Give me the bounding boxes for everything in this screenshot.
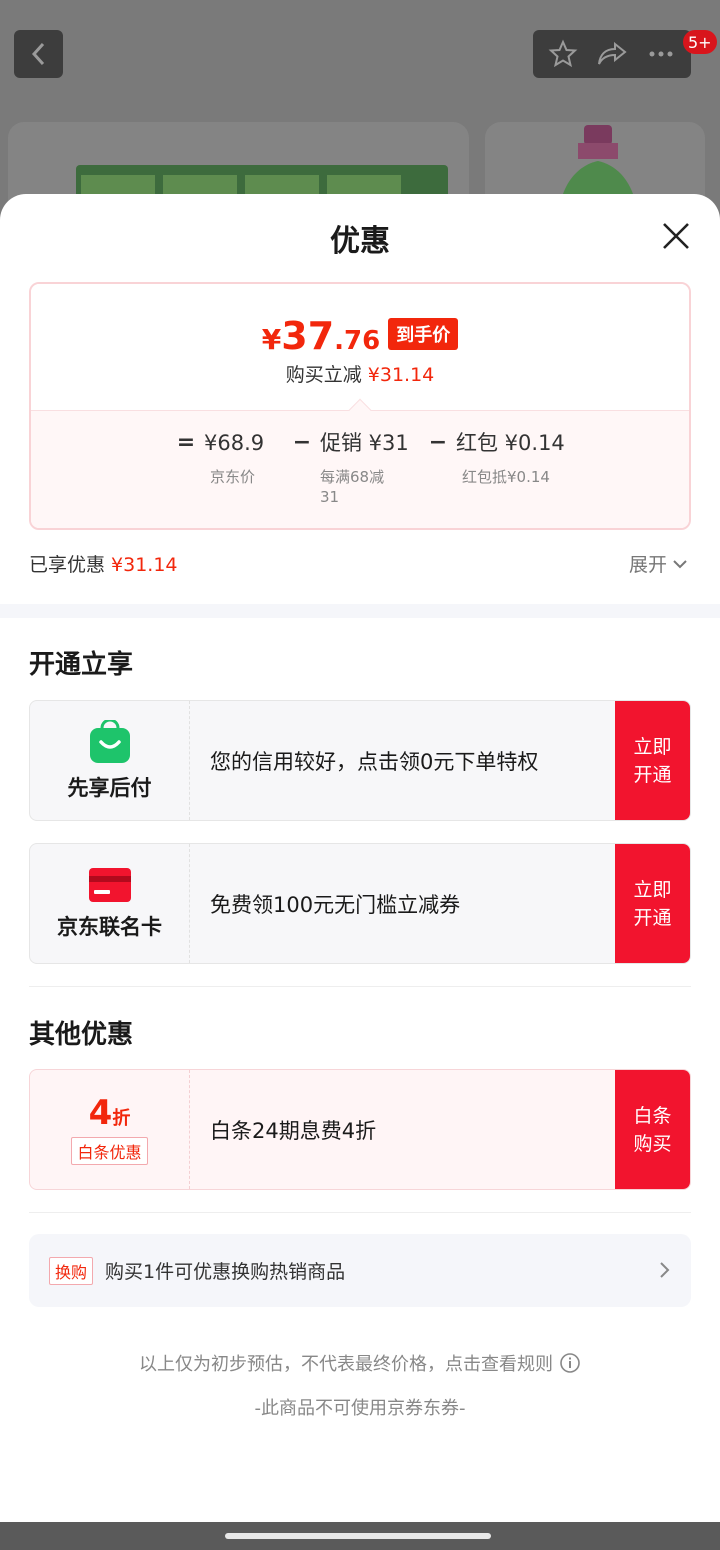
offer-name: 京东联名卡 bbox=[57, 914, 162, 939]
expand-button[interactable]: 展开 bbox=[629, 550, 689, 577]
offer-card-baitiao: 4折 白条优惠 白条24期息费4折 白条购买 bbox=[29, 1069, 691, 1190]
swap-purchase-row[interactable]: 换购 购买1件可优惠换购热销商品 bbox=[29, 1234, 691, 1307]
reduce-amount: ¥31.14 bbox=[367, 364, 435, 386]
rules-note-text: 以上仅为初步预估，不代表最终价格，点击查看规则 bbox=[139, 1354, 553, 1375]
close-button[interactable] bbox=[656, 216, 696, 256]
discount-unit: 折 bbox=[112, 1107, 131, 1129]
price-yen: ¥ bbox=[261, 323, 282, 356]
info-icon[interactable] bbox=[559, 1352, 581, 1374]
more-icon[interactable] bbox=[646, 39, 676, 69]
divider bbox=[29, 986, 691, 987]
rules-note[interactable]: 以上仅为初步预估，不代表最终价格，点击查看规则 bbox=[0, 1350, 720, 1376]
top-actions bbox=[533, 30, 691, 78]
reduce-line: 购买立减 ¥31.14 bbox=[31, 360, 689, 387]
redpacket-amount: 红包 ¥0.14 bbox=[456, 431, 565, 455]
baitiao-buy-button[interactable]: 白条购买 bbox=[615, 1070, 690, 1189]
price-breakdown: ¥ 37 .76 到手价 购买立减 ¥31.14 = ¥68.9 京东价 − 促… bbox=[29, 282, 691, 530]
close-icon bbox=[663, 223, 689, 249]
minus-sign: − bbox=[292, 430, 312, 455]
offer-card-co-brand: 京东联名卡 免费领100元无门槛立减券 立即开通 bbox=[29, 843, 691, 964]
promo-label: 每满68减 31 bbox=[320, 468, 385, 506]
coupon-note: -此商品不可使用京券东券- bbox=[254, 1398, 466, 1419]
discount-value: 4折 bbox=[89, 1095, 131, 1131]
chevron-right-icon bbox=[660, 1262, 670, 1278]
home-indicator[interactable] bbox=[225, 1533, 491, 1539]
minus-sign: − bbox=[428, 430, 448, 455]
offer-description[interactable]: 您的信用较好，点击领0元下单特权 bbox=[190, 701, 615, 820]
reduce-label: 购买立减 bbox=[285, 364, 362, 386]
expand-label: 展开 bbox=[629, 554, 668, 576]
baitiao-tag: 白条优惠 bbox=[71, 1136, 148, 1165]
enjoyed-label: 已享优惠 bbox=[29, 554, 106, 576]
star-icon[interactable] bbox=[548, 39, 578, 69]
back-button[interactable] bbox=[14, 30, 63, 78]
offer-card-pay-later: 先享后付 您的信用较好，点击领0元下单特权 立即开通 bbox=[29, 700, 691, 821]
offer-description[interactable]: 白条24期息费4折 bbox=[190, 1070, 615, 1189]
share-icon[interactable] bbox=[596, 39, 628, 69]
shopping-bag-icon bbox=[89, 719, 130, 763]
swap-text: 购买1件可优惠换购热销商品 bbox=[105, 1261, 346, 1283]
open-now-button[interactable]: 立即开通 bbox=[615, 701, 690, 820]
enjoyed-amount: ¥31.14 bbox=[111, 554, 178, 576]
price-decimal: .76 bbox=[334, 326, 381, 356]
open-section-title: 开通立享 bbox=[29, 650, 134, 680]
chevron-down-icon bbox=[673, 559, 687, 568]
jd-price: ¥68.9 bbox=[204, 431, 265, 455]
sheet-title: 优惠 bbox=[330, 224, 390, 259]
credit-card-icon bbox=[88, 867, 131, 902]
other-section-title: 其他优惠 bbox=[29, 1020, 134, 1050]
enjoyed-discount: 已享优惠 ¥31.14 bbox=[29, 550, 178, 577]
jd-price-label: 京东价 bbox=[210, 468, 256, 486]
open-now-button[interactable]: 立即开通 bbox=[615, 844, 690, 963]
chevron-left-icon bbox=[31, 42, 44, 66]
swap-tag: 换购 bbox=[49, 1256, 94, 1285]
message-badge: 5+ bbox=[683, 30, 717, 54]
offer-name: 先享后付 bbox=[67, 775, 152, 800]
divider bbox=[29, 1212, 691, 1213]
discount-sheet: 优惠 ¥ 37 .76 到手价 购买立减 ¥31.14 = ¥68.9 京东价 bbox=[0, 194, 720, 1522]
promo-amount: 促销 ¥31 bbox=[320, 431, 409, 455]
redpacket-label: 红包抵¥0.14 bbox=[462, 468, 550, 486]
equals-sign: = bbox=[176, 430, 196, 455]
final-price-tag: 到手价 bbox=[388, 318, 459, 350]
section-gap bbox=[0, 604, 720, 618]
price-formula: = ¥68.9 京东价 − 促销 ¥31 每满68减 31 − 红包 ¥0.14 … bbox=[168, 429, 565, 507]
offer-description[interactable]: 免费领100元无门槛立减券 bbox=[190, 844, 615, 963]
price-integer: 37 bbox=[281, 314, 335, 358]
discount-number: 4 bbox=[88, 1092, 113, 1133]
